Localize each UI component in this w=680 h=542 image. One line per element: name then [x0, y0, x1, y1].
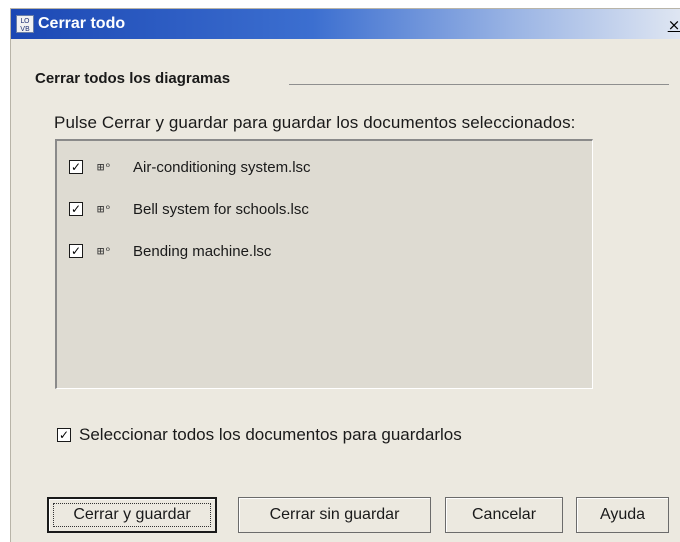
checkmark-icon: ✓	[70, 244, 82, 258]
cancel-button[interactable]: Cancelar	[445, 497, 563, 533]
checkmark-icon: ✓	[70, 202, 82, 216]
diagram-file-icon: ⊞ᵒ	[97, 160, 112, 174]
app-logo-icon: LO VB	[16, 15, 34, 33]
close-all-dialog: LO VB Cerrar todo × Cerrar todos los diag…	[10, 8, 680, 542]
close-icon[interactable]: ×	[667, 17, 680, 33]
documents-list[interactable]: ✓ ⊞ᵒ Air-conditioning system.lsc ✓ ⊞ᵒ Be…	[55, 139, 593, 389]
group-title: Cerrar todos los diagramas	[35, 70, 231, 87]
group-divider	[289, 84, 669, 85]
cancel-label: Cancelar	[471, 506, 537, 523]
document-name: Air-conditioning system.lsc	[133, 159, 311, 176]
close-without-save-label: Cerrar sin guardar	[269, 506, 400, 523]
checkmark-icon: ✓	[58, 428, 70, 442]
select-all-checkbox[interactable]: ✓	[57, 428, 71, 442]
close-and-save-label: Cerrar y guardar	[73, 506, 191, 523]
document-checkbox[interactable]: ✓	[69, 244, 83, 258]
document-checkbox[interactable]: ✓	[69, 160, 83, 174]
document-name: Bell system for schools.lsc	[133, 201, 309, 218]
instruction-text: Pulse Cerrar y guardar para guardar los …	[54, 113, 576, 132]
title-bar[interactable]: LO VB Cerrar todo ×	[11, 9, 680, 39]
document-name: Bending machine.lsc	[133, 243, 272, 260]
diagram-file-icon: ⊞ᵒ	[97, 202, 112, 216]
diagram-file-icon: ⊞ᵒ	[97, 244, 112, 258]
document-checkbox[interactable]: ✓	[69, 202, 83, 216]
close-without-save-button[interactable]: Cerrar sin guardar	[238, 497, 431, 533]
close-and-save-button[interactable]: Cerrar y guardar	[47, 497, 217, 533]
checkmark-icon: ✓	[70, 160, 82, 174]
dialog-title: Cerrar todo	[38, 15, 126, 32]
help-label: Ayuda	[599, 506, 646, 523]
select-all-label: Seleccionar todos los documentos para gu…	[79, 425, 462, 444]
help-button[interactable]: Ayuda	[576, 497, 669, 533]
